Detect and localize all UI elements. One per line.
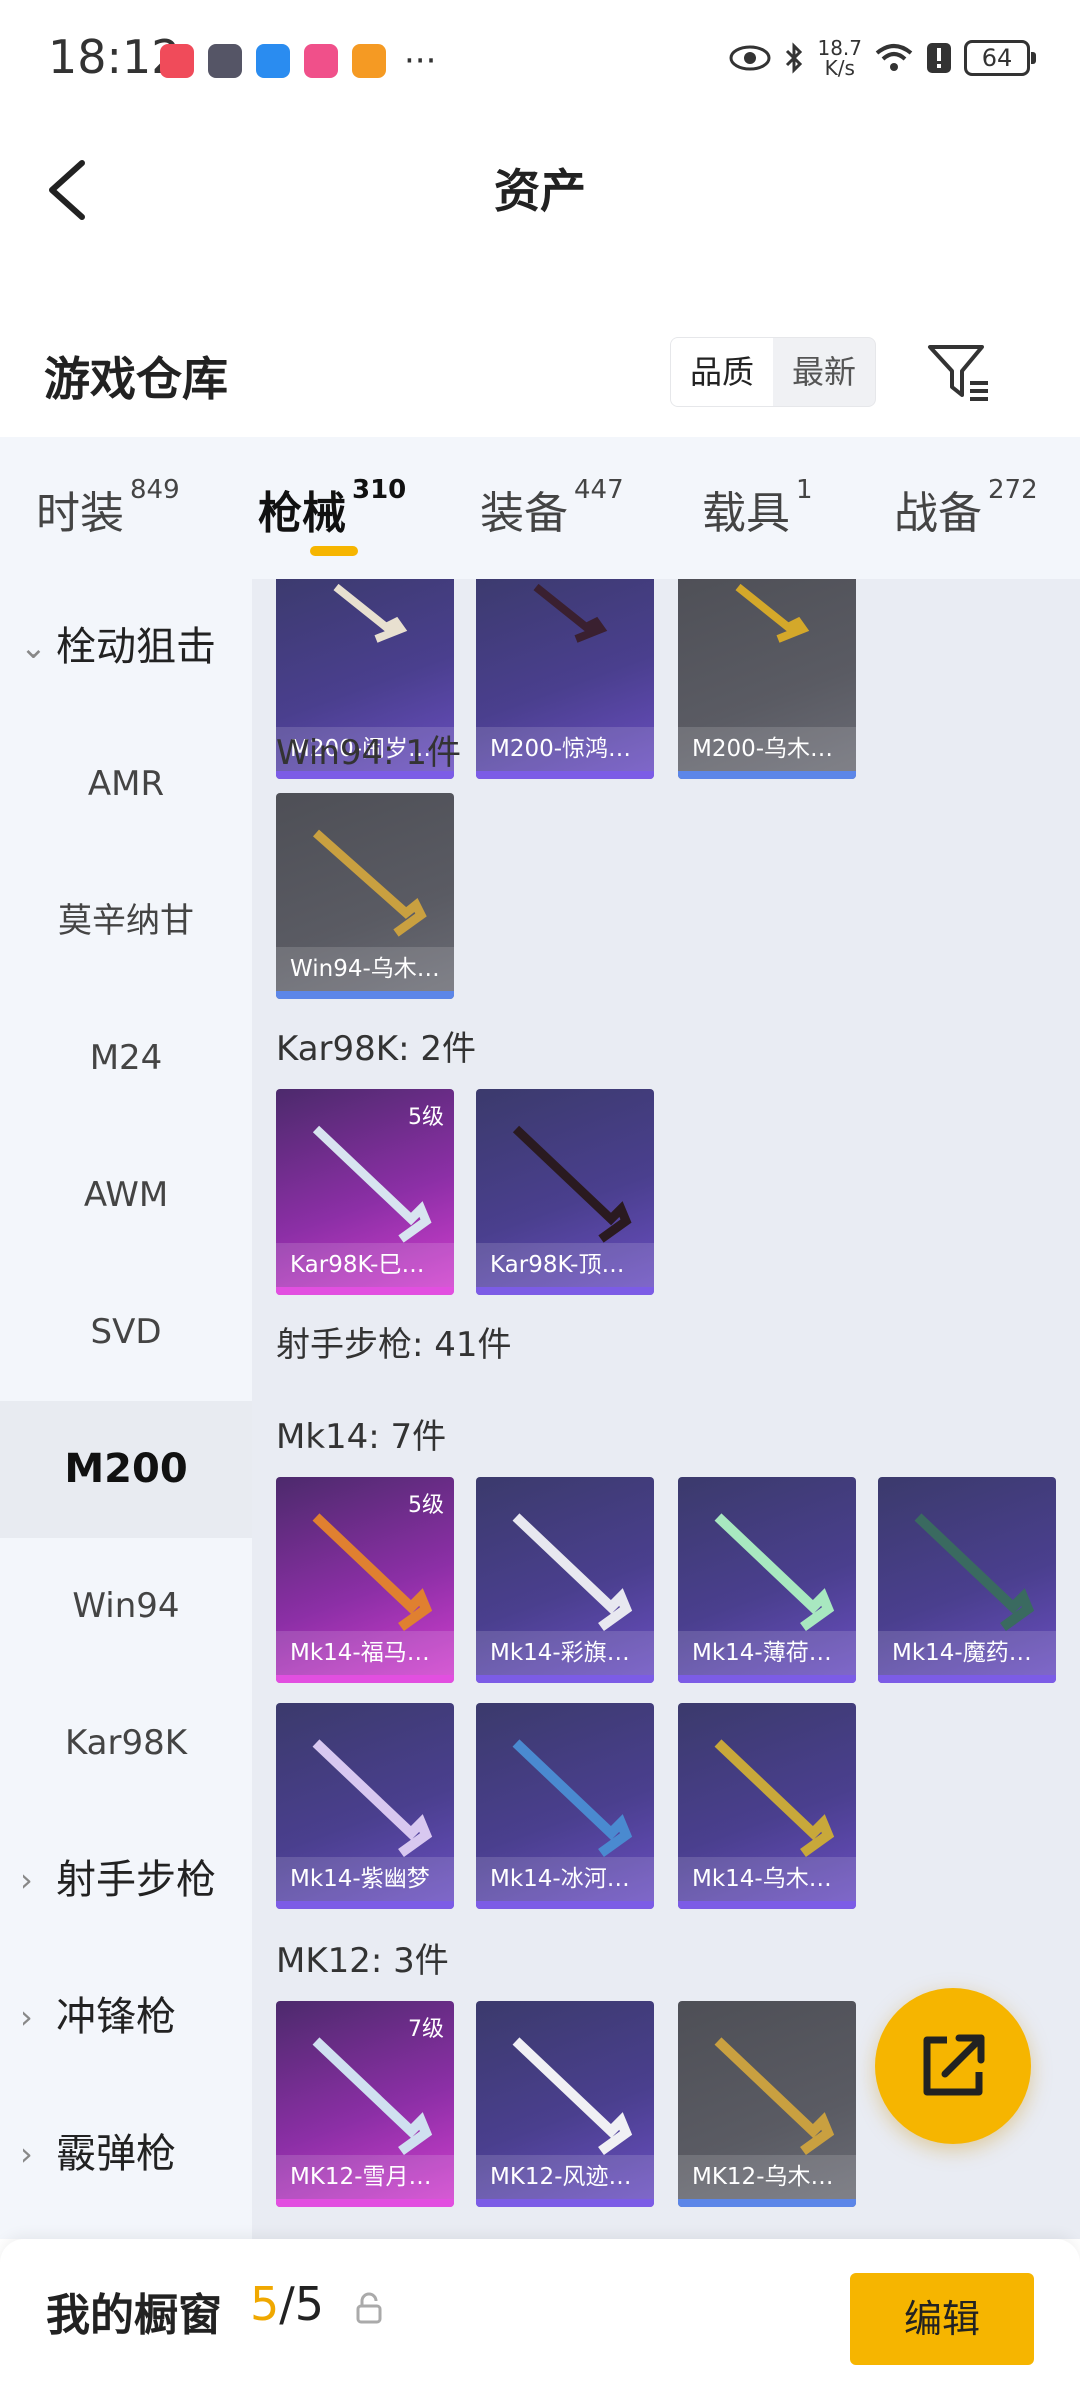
eye-icon bbox=[729, 45, 771, 71]
tab-firearms[interactable]: 枪械 310 bbox=[258, 475, 406, 541]
chevron-right-icon: › bbox=[20, 1998, 33, 2036]
lock-icon bbox=[356, 2292, 382, 2324]
app-root: 18:12 ··· 18.7 K/s 64 资产 游戏仓库 品质 最新 时装 849… bbox=[0, 0, 1080, 2382]
item-card[interactable]: Win94-乌木… bbox=[276, 793, 454, 999]
item-card[interactable]: M200-惊鸿… bbox=[476, 579, 654, 779]
sort-toggle: 品质 最新 bbox=[670, 337, 876, 407]
share-icon bbox=[923, 2034, 985, 2096]
chevron-down-icon: ⌄ bbox=[20, 628, 47, 666]
tab-fashion[interactable]: 时装 849 bbox=[36, 475, 180, 541]
sidebar-item-m24[interactable]: M24 bbox=[0, 990, 252, 1127]
sidebar-item-amr[interactable]: AMR bbox=[0, 716, 252, 853]
item-card[interactable]: 5级 Kar98K-巳… bbox=[276, 1089, 454, 1295]
showcase-bar: 我的橱窗 5/5 编辑 bbox=[0, 2239, 1080, 2382]
section-label-kar98k: Kar98K: 2件 bbox=[276, 1029, 476, 1069]
notification-icons: ··· bbox=[160, 44, 436, 78]
sidebar-item-win94[interactable]: Win94 bbox=[0, 1538, 252, 1675]
battery-indicator: 64 bbox=[964, 40, 1036, 76]
category-tabs: 时装 849 枪械 310 装备 447 载具 1 战备 272 bbox=[0, 437, 1080, 579]
item-card[interactable]: Mk14-紫幽梦 bbox=[276, 1703, 454, 1909]
item-card[interactable]: Mk14-魔药… bbox=[878, 1477, 1056, 1683]
tab-vehicles[interactable]: 载具 1 bbox=[702, 475, 813, 541]
item-card[interactable]: Mk14-彩旗… bbox=[476, 1477, 654, 1683]
status-bar: 18:12 ··· 18.7 K/s 64 bbox=[0, 0, 1080, 125]
showcase-title: 我的橱窗 bbox=[46, 2290, 222, 2341]
filter-icon[interactable] bbox=[924, 337, 994, 407]
tab-supplies[interactable]: 战备 272 bbox=[894, 475, 1038, 541]
app-notification-icon bbox=[304, 44, 338, 78]
page-title: 资产 bbox=[494, 164, 586, 218]
app-notification-icon bbox=[160, 44, 194, 78]
top-app-bar: 资产 bbox=[0, 125, 1080, 255]
item-card[interactable]: MK12-乌木… bbox=[678, 2001, 856, 2207]
system-status: 18.7 K/s 64 bbox=[729, 36, 1036, 80]
app-notification-icon bbox=[352, 44, 386, 78]
bluetooth-app-icon bbox=[256, 44, 290, 78]
section-label-mk14: Mk14: 7件 bbox=[276, 1417, 447, 1457]
item-card[interactable]: 5级 Mk14-福马… bbox=[276, 1477, 454, 1683]
active-tab-indicator bbox=[310, 546, 358, 556]
section-label-win94: Win94: 1件 bbox=[276, 733, 462, 773]
weapon-type-sidebar: ⌄ 栓动狙击 AMR 莫辛纳甘 M24 AWM SVD M200 Win94 Ka… bbox=[0, 579, 252, 2239]
sidebar-group-shotgun[interactable]: › 霰弹枪 bbox=[0, 2086, 252, 2223]
section-label-mk12: MK12: 3件 bbox=[276, 1941, 449, 1981]
sidebar-group-dmr[interactable]: › 射手步枪 bbox=[0, 1812, 252, 1949]
item-card[interactable]: Mk14-乌木… bbox=[678, 1703, 856, 1909]
wifi-icon bbox=[875, 44, 913, 71]
alert-icon bbox=[927, 43, 951, 73]
showcase-count: 5/5 bbox=[250, 2277, 325, 2331]
item-card[interactable]: Mk14-薄荷… bbox=[678, 1477, 856, 1683]
item-card[interactable]: MK12-风迹… bbox=[476, 2001, 654, 2207]
edit-button[interactable]: 编辑 bbox=[850, 2273, 1034, 2365]
tab-equipment[interactable]: 装备 447 bbox=[480, 475, 624, 541]
sort-quality-button[interactable]: 品质 bbox=[671, 338, 773, 406]
item-card[interactable]: 7级 MK12-雪月… bbox=[276, 2001, 454, 2207]
sidebar-item-svd[interactable]: SVD bbox=[0, 1264, 252, 1401]
share-button[interactable] bbox=[875, 1988, 1031, 2144]
sidebar-item-awm[interactable]: AWM bbox=[0, 1127, 252, 1264]
warehouse-header: 游戏仓库 品质 最新 bbox=[0, 315, 1080, 435]
app-notification-icon bbox=[208, 44, 242, 78]
bluetooth-icon bbox=[786, 42, 803, 74]
warehouse-title: 游戏仓库 bbox=[44, 352, 228, 406]
network-speed: 18.7 K/s bbox=[817, 36, 862, 80]
sidebar-group-smg[interactable]: › 冲锋枪 bbox=[0, 1949, 252, 2086]
section-label-dmr: 射手步枪: 41件 bbox=[276, 1325, 512, 1365]
sidebar-item-m200[interactable]: M200 bbox=[0, 1401, 252, 1538]
sort-latest-button[interactable]: 最新 bbox=[773, 338, 875, 406]
sidebar-group-bolt-action[interactable]: ⌄ 栓动狙击 bbox=[0, 579, 252, 716]
item-card[interactable]: Mk14-冰河… bbox=[476, 1703, 654, 1909]
chevron-right-icon: › bbox=[20, 2135, 33, 2173]
item-card[interactable]: Kar98K-顶… bbox=[476, 1089, 654, 1295]
more-notifications-icon: ··· bbox=[404, 41, 437, 81]
sidebar-item-mosin[interactable]: 莫辛纳甘 bbox=[0, 853, 252, 990]
sidebar-item-kar98k[interactable]: Kar98K bbox=[0, 1675, 252, 1812]
item-card[interactable]: M200-乌木… bbox=[678, 579, 856, 779]
chevron-right-icon: › bbox=[20, 1861, 33, 1899]
